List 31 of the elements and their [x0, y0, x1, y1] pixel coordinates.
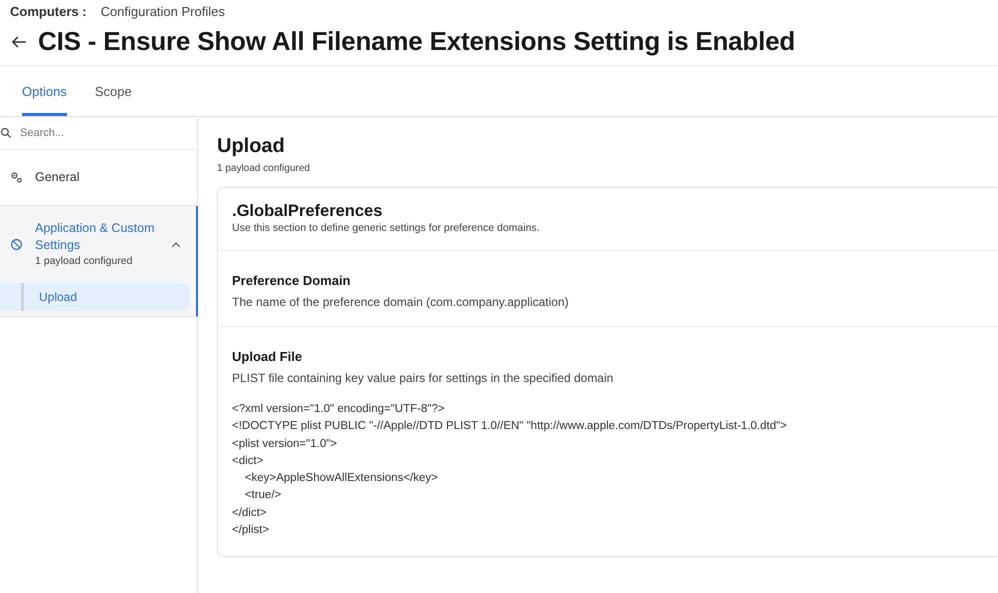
code-line: <true/>: [244, 488, 282, 504]
section-subtitle: 1 payload configured: [217, 163, 311, 174]
breadcrumb-link[interactable]: Computers :: [10, 4, 87, 20]
gears-icon: [10, 171, 23, 184]
tab[interactable]: Options: [22, 84, 67, 116]
field-description: PLIST file containing key value pairs for settings in the specified domain: [232, 371, 614, 385]
code-line: <dict>: [232, 454, 264, 469]
sidebar-item[interactable]: General: [0, 150, 197, 205]
field-description: The name of the preference domain (com.company.application): [232, 295, 570, 309]
code-line: </dict>: [232, 506, 268, 521]
code-line: <?xml version="1.0" encoding="UTF-8"?>: [232, 402, 446, 417]
page-title: CIS - Ensure Show All Filename Extensions Setting is Enabled: [38, 26, 796, 57]
breadcrumb-current: Configuration Profiles: [100, 4, 225, 20]
field-title: Preference Domain: [232, 273, 352, 288]
card-description: Use this section to define generic settings for preference domains.: [232, 222, 541, 234]
search-icon: [0, 127, 12, 139]
tab[interactable]: Scope: [94, 84, 132, 116]
sidebar-subitem[interactable]: Upload: [0, 283, 190, 311]
code-line: <key>AppleShowAllExtensions</key>: [244, 471, 439, 486]
item-subtitle: 1 payload configured: [35, 254, 134, 269]
item-label: Application & Custom Settings: [35, 220, 156, 254]
section-heading: Upload: [217, 135, 286, 158]
prohibited-icon: [10, 238, 23, 251]
code-line: <plist version="1.0">: [232, 436, 338, 452]
card-title: .GlobalPreferences: [232, 202, 384, 221]
sidebar-item[interactable]: Application & Custom Settings 1 payload configured: [0, 206, 196, 283]
search-field[interactable]: Search...: [18, 126, 172, 140]
item-label: General: [35, 169, 80, 186]
code-line: </plist>: [232, 523, 270, 538]
code-line: <!DOCTYPE plist PUBLIC "-//Apple//DTD PLIST 1.0//EN" "http://www.apple.com/DTDs/PropertyList-1.0.dtd">: [232, 419, 788, 434]
field-title: Upload File: [232, 349, 304, 364]
